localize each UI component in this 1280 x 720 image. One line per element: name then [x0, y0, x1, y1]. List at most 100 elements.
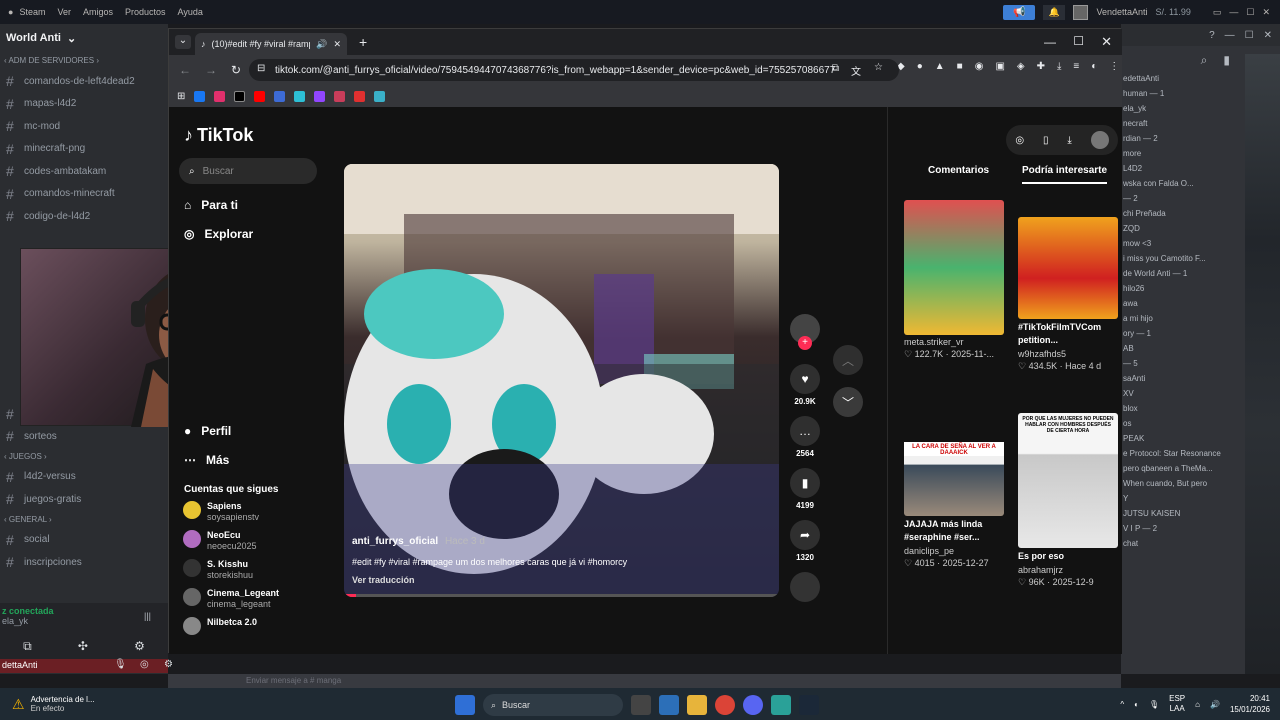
bookmark-icon[interactable] [294, 90, 306, 102]
following-account[interactable]: Cinema_Legeant cinema_legeant [169, 588, 329, 617]
app-icon[interactable] [771, 695, 791, 715]
channel-item[interactable]: # juegos-gratis [0, 488, 168, 511]
steam-menu-item[interactable]: Amigos [83, 7, 113, 17]
download-icon[interactable]: ⤓ [1067, 135, 1071, 146]
card-title[interactable]: #TikTokFilmTVCom petition... [1018, 321, 1122, 347]
recommended-video-card[interactable]: POR QUE LAS MUJERES NO PUEDEN HABLAR CON… [1018, 413, 1122, 588]
channel-item[interactable]: # comandos-de-left4dead2 [0, 70, 168, 93]
forward-icon[interactable]: → [205, 63, 217, 77]
extension-icon[interactable]: ■ [957, 61, 963, 72]
steam-menu-item[interactable]: Ayuda [178, 7, 203, 17]
channel-item[interactable]: # social [0, 529, 168, 552]
card-user[interactable]: abrahamjrz [1018, 565, 1122, 575]
notification-bell-icon[interactable]: 🔔 [1043, 4, 1066, 20]
media-icon[interactable]: ≡ [1073, 61, 1079, 72]
site-info-icon[interactable]: ⊟ [257, 63, 265, 74]
channel-item[interactable]: # comandos-minecraft [0, 183, 168, 206]
video-thumbnail[interactable]: POR QUE LAS MUJERES NO PUEDEN HABLAR CON… [1018, 413, 1118, 548]
card-title[interactable]: Es por eso [1018, 550, 1122, 563]
clock-time[interactable]: 20:41 [1230, 693, 1270, 704]
channel-item[interactable]: # mapas-l4d2 [0, 93, 168, 116]
avatar[interactable] [1090, 131, 1109, 149]
steam-menu-item[interactable]: Steam [19, 7, 45, 17]
video-thumbnail[interactable]: LA CARA DE SEÑA AL VER A DAAAICK [904, 442, 1004, 516]
extension-icon[interactable]: ▣ [995, 61, 1004, 72]
recommended-video-card[interactable]: #TikTokFilmTVCom petition... w9hzafhds5 ♡ … [1018, 217, 1122, 372]
window-close-icon[interactable]: ✕ [1262, 7, 1270, 18]
extension-icon[interactable]: ▲ [935, 61, 945, 72]
bookmark-icon[interactable] [334, 90, 346, 102]
tab-close-icon[interactable]: ✕ [333, 39, 341, 50]
translate-link[interactable]: Ver traducción [352, 575, 415, 585]
discord-message-input[interactable]: Enviar mensaje a # manga [168, 674, 1121, 688]
profile-avatar-icon[interactable]: ◐ [1091, 61, 1097, 72]
activity-icon[interactable]: ✣ [78, 639, 88, 654]
install-icon[interactable]: ⧉ [832, 63, 839, 74]
follow-plus-icon[interactable]: + [798, 336, 812, 350]
nav-explorar[interactable]: ◎ Explorar [169, 219, 329, 248]
window-minimize-icon[interactable]: — [1229, 7, 1238, 17]
channel-item[interactable]: # l4d2-versus [0, 466, 168, 489]
prev-video-chevron-up-icon[interactable]: ︿ [833, 345, 863, 375]
screen-share-icon[interactable]: ⧉ [23, 639, 32, 654]
microphone-icon[interactable]: 🎙 [1149, 700, 1159, 709]
download-icon[interactable]: ⤓ [1057, 61, 1061, 72]
user-name[interactable]: dettaAnti [2, 660, 38, 670]
nav-más[interactable]: ⋯ Más [169, 445, 329, 474]
search-icon[interactable]: ⌕ [1201, 53, 1208, 68]
following-account[interactable]: NeoEcu neoecu2025 [169, 530, 329, 559]
next-video-chevron-down-icon[interactable]: ﹀ [833, 387, 863, 417]
recommended-video-card[interactable]: meta.striker_vr ♡ 122.7K · 2025-11-... [904, 200, 1008, 360]
like-heart-icon[interactable]: ♥ [790, 364, 820, 394]
steam-menu-item[interactable]: Productos [125, 7, 166, 17]
x-bookmark-icon[interactable] [234, 90, 246, 102]
extension-icon[interactable]: ● [917, 61, 923, 72]
extension-icon[interactable]: ◉ [975, 61, 984, 72]
window-minimize-icon[interactable]: ▭ [1213, 7, 1222, 18]
announcement-button[interactable]: 📢 [1003, 4, 1036, 20]
video-player[interactable]: anti_furrys_oficial Hace 3 d #edit #fy #… [344, 164, 779, 597]
apps-grid-icon[interactable]: ⊞ [177, 91, 185, 102]
task-view-icon[interactable] [631, 695, 651, 715]
extension-icon[interactable]: ◈ [1017, 61, 1025, 72]
channel-item[interactable]: # mc-mod [0, 115, 168, 138]
card-user[interactable]: daniclips_pe [904, 546, 1008, 556]
help-icon[interactable]: ? [1209, 30, 1215, 41]
facebook-bookmark-icon[interactable] [194, 90, 206, 102]
channel-item[interactable]: # sorteos [0, 425, 168, 448]
sound-disc-icon[interactable] [790, 572, 820, 602]
bookmark-icon[interactable]: ▮ [1223, 53, 1230, 67]
window-maximize-icon[interactable]: ☐ [1246, 7, 1254, 18]
headphones-icon[interactable]: ◎ [140, 659, 149, 670]
taskbar-search[interactable]: ⌕ Buscar [483, 694, 623, 716]
tiktok-search-input[interactable]: ⌕ Buscar [179, 158, 317, 184]
coin-icon[interactable]: ◎ [1015, 135, 1024, 146]
channel-category[interactable]: ‹ JUEGOS › [0, 448, 168, 466]
window-maximize-icon[interactable]: ☐ [1245, 30, 1254, 41]
lang-label[interactable]: ESP [1169, 694, 1185, 704]
card-user[interactable]: meta.striker_vr [904, 337, 1008, 347]
following-account[interactable]: Nilbetca 2.0 [169, 617, 329, 646]
extensions-puzzle-icon[interactable]: ✚ [1037, 61, 1045, 72]
comment-icon[interactable]: … [790, 416, 820, 446]
window-minimize-icon[interactable]: — [1044, 35, 1056, 49]
back-icon[interactable]: ← [179, 63, 191, 77]
window-close-icon[interactable]: ✕ [1101, 34, 1112, 50]
windows-start-icon[interactable] [455, 695, 475, 715]
menu-dots-icon[interactable]: ⋮ [1109, 61, 1119, 72]
steam-icon[interactable] [799, 695, 819, 715]
instagram-bookmark-icon[interactable] [214, 90, 226, 102]
file-explorer-icon[interactable] [687, 695, 707, 715]
chrome-icon[interactable] [715, 695, 735, 715]
volume-icon[interactable]: 🔊 [1210, 700, 1220, 709]
audio-icon[interactable]: 🔊 [316, 39, 327, 50]
store-icon[interactable] [659, 695, 679, 715]
share-arrow-icon[interactable]: ➦ [790, 520, 820, 550]
reload-icon[interactable]: ↻ [231, 63, 241, 77]
card-title[interactable]: JAJAJA más linda #seraphine #ser... [904, 518, 1008, 544]
channel-category[interactable]: ‹ ADM DE SERVIDORES › [0, 52, 168, 70]
video-progress-bar[interactable] [344, 594, 779, 597]
steam-menu-item[interactable]: Ver [57, 7, 71, 17]
channel-item[interactable]: # codes-ambatakam [0, 160, 168, 183]
device-icon[interactable]: ▯ [1043, 135, 1049, 146]
